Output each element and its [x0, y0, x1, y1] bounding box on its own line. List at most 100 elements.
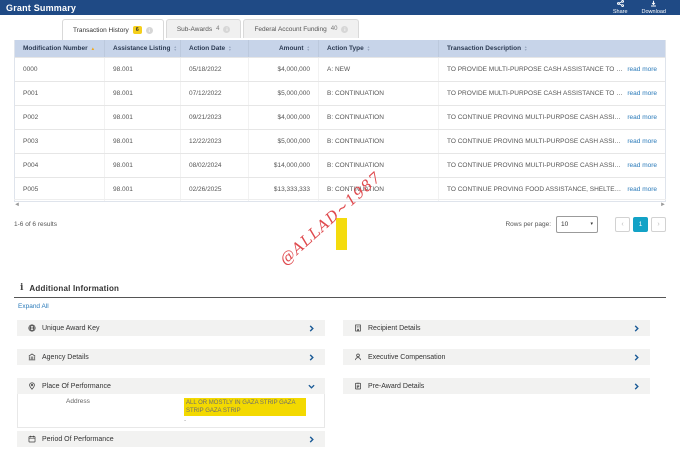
accordion-recipient-details[interactable]: Recipient Details	[343, 320, 650, 336]
cell-assistance-listing: 98.001	[105, 82, 181, 105]
read-more-link[interactable]: read more	[627, 114, 657, 121]
tab-sub-awards[interactable]: Sub-Awards 4 i	[166, 19, 242, 38]
read-more-link[interactable]: read more	[627, 186, 657, 193]
chevron-right-icon	[633, 383, 640, 390]
accordion-pre-award-details[interactable]: Pre-Award Details	[343, 378, 650, 394]
info-icon: i	[20, 283, 23, 293]
chevron-right-icon	[633, 354, 640, 361]
sort-icon: ▲▼	[367, 46, 370, 52]
sort-icon: ▲▼	[173, 46, 176, 52]
place-of-performance-panel: Address ALL OR MOSTLY IN GAZA STRIP GAZA…	[17, 394, 325, 428]
info-icon[interactable]: i	[146, 27, 153, 34]
accordion-agency-details[interactable]: Agency Details	[17, 349, 325, 365]
cell-assistance-listing: 98.001	[105, 130, 181, 153]
cell-action-date: 08/02/2024	[181, 154, 249, 177]
cell-assistance-listing: 98.001	[105, 154, 181, 177]
scroll-right-icon[interactable]: ►	[660, 200, 666, 210]
tab-federal-account-funding[interactable]: Federal Account Funding 40 i	[243, 19, 359, 38]
cell-action-type: B: CONTINUATION	[319, 82, 439, 105]
column-header-transaction-description[interactable]: Transaction Description ▲▼	[439, 40, 665, 57]
cell-description: TO CONTINUE PROVING FOOD ASSISTANCE, SHE…	[439, 178, 665, 201]
table-row: 0000 98.001 05/18/2022 $4,000,000 A: NEW…	[15, 57, 665, 81]
cell-action-date: 02/26/2025	[181, 178, 249, 201]
table-body: 0000 98.001 05/18/2022 $4,000,000 A: NEW…	[15, 57, 665, 201]
cell-description: TO PROVIDE MULTI-PURPOSE CASH ASSISTANCE…	[439, 82, 665, 105]
chevron-right-icon	[308, 354, 315, 361]
accordion-unique-award-key[interactable]: Unique Award Key	[17, 320, 325, 336]
prev-page-button[interactable]: ‹	[615, 217, 630, 232]
download-icon	[650, 0, 657, 9]
sort-icon: ▲▼	[524, 46, 527, 52]
accordion-place-of-performance[interactable]: Place Of Performance	[17, 378, 325, 394]
cell-action-date: 07/12/2022	[181, 82, 249, 105]
table-row: P004 98.001 08/02/2024 $14,000,000 B: CO…	[15, 153, 665, 177]
cell-action-type: B: CONTINUATION	[319, 154, 439, 177]
building-icon	[353, 324, 362, 333]
chevron-right-icon	[633, 325, 640, 332]
cell-action-date: 12/22/2023	[181, 130, 249, 153]
cell-action-date: 05/18/2022	[181, 58, 249, 81]
page-title: Grant Summary	[0, 3, 76, 13]
cell-description: TO CONTINUE PROVING MULTI-PURPOSE CASH A…	[439, 154, 665, 177]
cell-amount: $13,333,333	[249, 178, 319, 201]
cell-amount: $5,000,000	[249, 130, 319, 153]
page-1-button[interactable]: 1	[633, 217, 648, 232]
address-value-highlighted: ALL OR MOSTLY IN GAZA STRIP GAZA STRIP G…	[184, 398, 306, 416]
additional-information-section: i Additional Information	[14, 283, 666, 298]
column-header-assistance-listing[interactable]: Assistance Listing ▲▼	[105, 40, 181, 57]
share-icon	[617, 0, 624, 9]
info-icon[interactable]: i	[223, 26, 230, 33]
table-header-row: Modification Number ▲ Assistance Listing…	[15, 40, 665, 57]
sort-icon: ▲▼	[307, 46, 310, 52]
cell-amount: $5,000,000	[249, 82, 319, 105]
table-row: P003 98.001 12/22/2023 $5,000,000 B: CON…	[15, 129, 665, 153]
share-label: Share	[613, 9, 628, 15]
cell-modification-number: P002	[15, 106, 105, 129]
tab-transaction-history[interactable]: Transaction History 6 i	[62, 19, 164, 40]
expand-all-link[interactable]: Expand All	[18, 303, 49, 310]
read-more-link[interactable]: read more	[627, 66, 657, 73]
address-label: Address	[66, 398, 184, 405]
scroll-left-icon[interactable]: ◄	[14, 200, 20, 210]
pager: ‹ 1 ›	[615, 217, 666, 232]
cell-action-type: B: CONTINUATION	[319, 130, 439, 153]
calendar-icon	[27, 435, 36, 444]
section-title: Additional Information	[29, 284, 119, 293]
table-row: P002 98.001 09/21/2023 $4,000,000 B: CON…	[15, 105, 665, 129]
cell-modification-number: P001	[15, 82, 105, 105]
chevron-right-icon	[308, 325, 315, 332]
address-empty-value: -	[184, 417, 306, 424]
clipboard-icon	[353, 382, 362, 391]
download-label: Download	[642, 9, 666, 15]
person-icon	[353, 353, 362, 362]
results-count: 1-6 of 6 results	[14, 221, 57, 228]
cell-description: TO CONTINUE PROVING MULTI-PURPOSE CASH A…	[439, 130, 665, 153]
column-header-modification-number[interactable]: Modification Number ▲	[15, 40, 105, 57]
rows-per-page-select[interactable]: 10 ▾	[556, 216, 598, 233]
tab-label: Sub-Awards	[177, 26, 212, 33]
share-button[interactable]: Share	[613, 0, 628, 15]
bank-icon	[27, 353, 36, 362]
info-icon[interactable]: i	[341, 26, 348, 33]
section-divider	[14, 297, 666, 298]
read-more-link[interactable]: read more	[627, 90, 657, 97]
app-header: Grant Summary Share Download	[0, 0, 680, 15]
read-more-link[interactable]: read more	[627, 138, 657, 145]
read-more-link[interactable]: read more	[627, 162, 657, 169]
next-page-button[interactable]: ›	[651, 217, 666, 232]
tab-count: 4	[216, 26, 219, 32]
column-header-amount[interactable]: Amount ▲▼	[249, 40, 319, 57]
transaction-table: Modification Number ▲ Assistance Listing…	[14, 40, 666, 202]
column-header-action-type[interactable]: Action Type ▲▼	[319, 40, 439, 57]
chevron-right-icon	[308, 436, 315, 443]
accordion-executive-compensation[interactable]: Executive Compensation	[343, 349, 650, 365]
column-header-action-date[interactable]: Action Date ▲▼	[181, 40, 249, 57]
cell-amount: $14,000,000	[249, 154, 319, 177]
sort-icon: ▲▼	[228, 46, 231, 52]
tab-count-badge: 6	[133, 26, 142, 34]
tab-count: 40	[331, 26, 338, 32]
cell-action-type: A: NEW	[319, 58, 439, 81]
accordion-period-of-performance[interactable]: Period Of Performance	[17, 431, 325, 447]
cell-modification-number: P004	[15, 154, 105, 177]
download-button[interactable]: Download	[642, 0, 666, 15]
